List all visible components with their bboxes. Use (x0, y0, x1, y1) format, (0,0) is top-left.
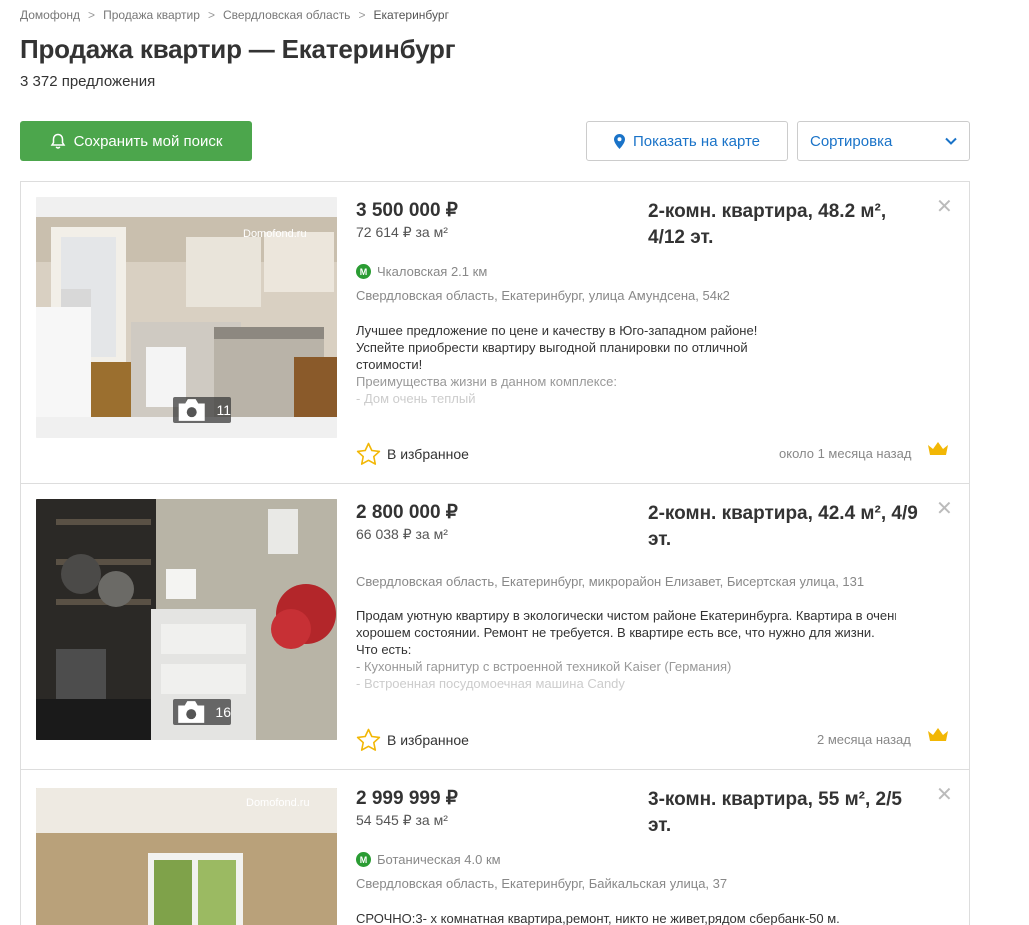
metro-station: M Ботаническая 4.0 км (356, 852, 501, 867)
close-icon[interactable]: ✕ (936, 194, 953, 219)
listing-card[interactable]: Domofond.ru 2 999 999 ₽ 54 545 ₽ за м² 3… (21, 770, 969, 925)
description-line: - Дом очень теплый (356, 391, 476, 406)
breadcrumb-separator: > (207, 8, 215, 22)
listing-price-per-sqm: 54 545 ₽ за м² (356, 812, 448, 828)
listing-description: Лучшее предложение по цене и качеству в … (356, 322, 776, 408)
map-pin-icon (613, 133, 625, 149)
listing-address: Свердловская область, Екатеринбург, Байк… (356, 876, 728, 891)
breadcrumb-item-domofond[interactable]: Домофонд (20, 8, 80, 22)
listing-price-per-sqm: 72 614 ₽ за м² (356, 224, 448, 240)
camera-icon (178, 701, 205, 723)
metro-icon: M (356, 852, 371, 867)
breadcrumb-item-sale[interactable]: Продажа квартир (103, 8, 200, 22)
photo-count-value: 16 (215, 704, 231, 720)
description-line: стоимости! (356, 357, 423, 372)
listing-address: Свердловская область, Екатеринбург, микр… (356, 574, 865, 589)
description-line: - Кухонный гарнитур с встроенной технико… (356, 659, 732, 674)
listing-photo[interactable]: Domofond.ru (36, 788, 337, 925)
sort-label: Сортировка (810, 132, 893, 150)
chevron-down-icon (945, 137, 957, 145)
listing-price[interactable]: 2 800 000 ₽ (356, 501, 458, 524)
listings: Domofond.ru 11 3 500 000 ₽ 72 614 ₽ за м… (20, 181, 970, 925)
listing-description: СРОЧНО:3- х комнатная квартира,ремонт, н… (356, 910, 896, 925)
listing-description: Продам уютную квартиру в экологически чи… (356, 607, 896, 693)
listing-price[interactable]: 2 999 999 ₽ (356, 787, 458, 810)
show-on-map-label: Показать на карте (632, 132, 761, 150)
metro-station: M Чкаловская 2.1 км (356, 264, 487, 279)
show-on-map-button[interactable]: Показать на карте (586, 121, 788, 161)
description-line: СРОЧНО:3- х комнатная квартира,ремонт, н… (356, 911, 840, 925)
add-to-favorites[interactable]: В избранное (356, 728, 469, 752)
description-line: Что есть: (356, 642, 412, 657)
favorites-label: В избранное (387, 732, 469, 748)
listing-title[interactable]: 2-комн. квартира, 42.4 м², 4/9 эт. (648, 501, 918, 553)
page-title: Продажа квартир — Екатеринбург (20, 34, 456, 64)
description-line: Успейте приобрести квартиру выгодной пла… (356, 340, 748, 355)
add-to-favorites[interactable]: В избранное (356, 442, 469, 466)
star-icon (356, 442, 381, 465)
listing-price[interactable]: 3 500 000 ₽ (356, 199, 458, 222)
close-icon[interactable]: ✕ (936, 496, 953, 521)
crown-icon (928, 442, 948, 455)
photo-count-value: 11 (216, 402, 231, 418)
sort-dropdown[interactable]: Сортировка (797, 121, 970, 161)
description-line: Преимущества жизни в данном комплексе: (356, 374, 617, 389)
description-line: Лучшее предложение по цене и качеству в … (356, 323, 758, 338)
metro-station-label: Чкаловская 2.1 км (377, 264, 488, 279)
posted-time: около 1 месяца назад (779, 446, 912, 461)
bell-icon (50, 133, 65, 149)
listing-price-per-sqm: 66 038 ₽ за м² (356, 526, 448, 542)
listing-photo[interactable]: Domofond.ru 11 (36, 197, 337, 438)
description-line: хорошем состоянии. Ремонт не требуется. … (356, 625, 875, 640)
breadcrumb-separator: > (88, 8, 96, 22)
listing-photo[interactable]: 16 (36, 499, 337, 740)
crown-icon (928, 728, 948, 741)
breadcrumb-separator: > (358, 8, 366, 22)
listing-title[interactable]: 3-комн. квартира, 55 м², 2/5 эт. (648, 787, 918, 839)
star-icon (356, 728, 381, 751)
photo-count[interactable]: 16 (173, 699, 231, 725)
breadcrumb-item-city: Екатеринбург (373, 8, 449, 22)
metro-icon: M (356, 264, 371, 279)
save-search-label: Сохранить мой поиск (73, 132, 223, 150)
watermark: Domofond.ru (243, 228, 307, 240)
favorites-label: В избранное (387, 446, 469, 462)
camera-icon (178, 399, 205, 421)
listing-title[interactable]: 2-комн. квартира, 48.2 м², 4/12 эт. (648, 199, 918, 251)
listing-address: Свердловская область, Екатеринбург, улиц… (356, 288, 730, 303)
offers-count: 3 372 предложения (20, 73, 156, 90)
photo-count[interactable]: 11 (173, 397, 231, 423)
listing-card[interactable]: 16 2 800 000 ₽ 66 038 ₽ за м² 2-комн. кв… (21, 484, 969, 770)
posted-time: 2 месяца назад (817, 732, 911, 747)
description-line: - Встроенная посудомоечная машина Candy (356, 676, 625, 691)
room-photo: Domofond.ru (36, 788, 337, 925)
listing-card[interactable]: Domofond.ru 11 3 500 000 ₽ 72 614 ₽ за м… (21, 182, 969, 484)
breadcrumb: Домофонд > Продажа квартир > Свердловска… (20, 8, 449, 22)
close-icon[interactable]: ✕ (936, 782, 953, 807)
save-search-button[interactable]: Сохранить мой поиск (20, 121, 252, 161)
metro-station-label: Ботаническая 4.0 км (377, 852, 501, 867)
breadcrumb-item-region[interactable]: Свердловская область (223, 8, 350, 22)
description-line: Продам уютную квартиру в экологически чи… (356, 608, 896, 623)
watermark: Domofond.ru (246, 797, 310, 809)
